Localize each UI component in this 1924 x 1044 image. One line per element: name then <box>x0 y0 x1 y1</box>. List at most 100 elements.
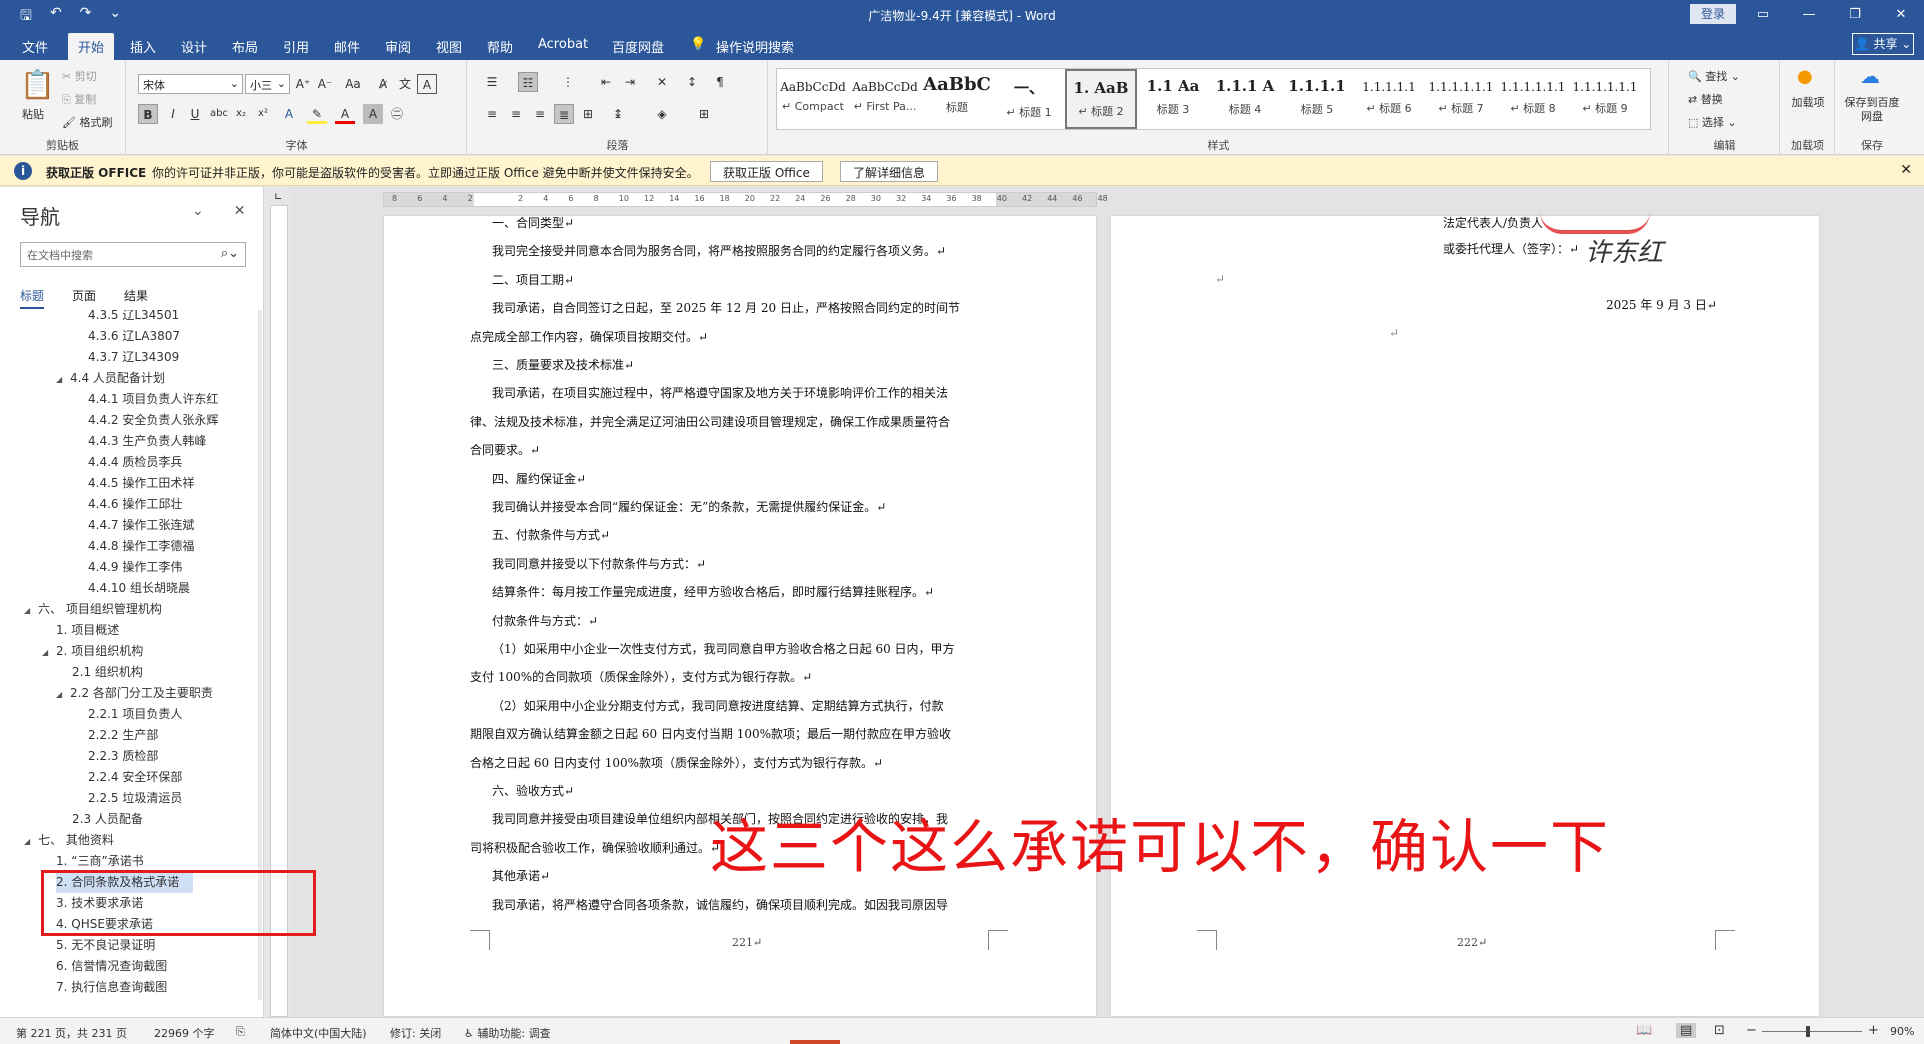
tab-view[interactable]: 视图 <box>436 37 462 56</box>
nav-tab-pages[interactable]: 页面 <box>72 287 96 309</box>
nav-heading-item[interactable]: 2.2.5 垃圾清运员 <box>88 788 182 809</box>
baidu-cloud-icon[interactable]: ☁ <box>1860 64 1880 88</box>
get-genuine-button[interactable]: 获取正版 Office <box>710 161 823 182</box>
tab-insert[interactable]: 插入 <box>130 37 156 56</box>
read-mode-icon[interactable]: 📖 <box>1636 1023 1652 1038</box>
tab-acrobat[interactable]: Acrobat <box>538 37 588 52</box>
tab-references[interactable]: 引用 <box>283 37 309 56</box>
change-case-icon[interactable]: Aa <box>343 74 363 94</box>
align-center-icon[interactable]: ≡ <box>506 104 526 124</box>
collapse-triangle-icon[interactable]: ◢ <box>56 684 70 705</box>
addins-button[interactable]: 加载项 <box>1789 96 1827 110</box>
find-button[interactable]: 🔍 查找 ⌄ <box>1688 68 1740 84</box>
nav-heading-item[interactable]: 1. 项目概述 <box>56 620 119 641</box>
nav-search-input[interactable]: 在文档中搜索 ⌕⌄ <box>20 242 246 267</box>
nav-heading-item[interactable]: 4.3.7 辽L34309 <box>88 347 179 368</box>
text-effects-icon[interactable]: A <box>279 104 299 124</box>
nav-heading-item[interactable]: ◢ 七、 其他资料 <box>24 830 114 851</box>
style-heading-9[interactable]: 1.1.1.1.1.1 ↵ 标题 9 <box>1569 69 1641 129</box>
font-size-combo[interactable]: 小三 ⌄ <box>245 74 290 94</box>
web-layout-icon[interactable]: ⊡ <box>1714 1023 1725 1038</box>
zoom-slider[interactable] <box>1762 1031 1862 1032</box>
close-icon[interactable]: ✕ <box>1878 0 1924 30</box>
addins-icon[interactable]: ● <box>1797 66 1813 87</box>
grow-font-icon[interactable]: A⁺ <box>293 74 313 94</box>
nav-heading-item[interactable]: ◢ 2. 项目组织机构 <box>42 641 143 662</box>
nav-heading-item[interactable]: 4.4.9 操作工李伟 <box>88 557 182 578</box>
bold-icon[interactable]: B <box>138 104 158 124</box>
style-heading-3[interactable]: 1.1 Aa 标题 3 <box>1137 69 1209 129</box>
multilevel-list-icon[interactable]: ⋮ <box>558 72 578 92</box>
align-right-icon[interactable]: ≡ <box>530 104 550 124</box>
subscript-icon[interactable]: x₂ <box>231 104 251 124</box>
collapse-triangle-icon[interactable]: ◢ <box>56 369 70 390</box>
char-border-icon[interactable]: A <box>417 74 437 94</box>
style-heading-2[interactable]: 1. AaB ↵ 标题 2 <box>1065 69 1137 129</box>
cut-button[interactable]: ✂ 剪切 <box>62 68 97 84</box>
nav-heading-item[interactable]: 1. “三商”承诺书 <box>56 851 144 872</box>
tell-me-search[interactable]: 操作说明搜索 <box>716 37 794 56</box>
nav-heading-item[interactable]: 4.4.7 操作工张连斌 <box>88 515 194 536</box>
zoom-out-icon[interactable]: − <box>1746 1023 1757 1038</box>
nav-heading-item[interactable]: 2.2.1 项目负责人 <box>88 704 182 725</box>
paste-button[interactable]: 粘贴 <box>22 106 44 122</box>
font-name-combo[interactable]: 宋体 ⌄ <box>138 74 243 94</box>
nav-heading-item[interactable]: 4.4.4 质检员李兵 <box>88 452 182 473</box>
highlight-icon[interactable]: ✎ <box>307 104 327 124</box>
paste-icon[interactable]: 📋 <box>20 68 55 101</box>
numbering-icon[interactable]: ☷ <box>518 72 538 92</box>
nav-heading-item[interactable]: 2.2.4 安全环保部 <box>88 767 182 788</box>
nav-heading-item[interactable]: 4.4.2 安全负责人张永辉 <box>88 410 218 431</box>
word-count[interactable]: 22969 个字 <box>154 1025 215 1041</box>
nav-heading-item[interactable]: 4.4.6 操作工邱壮 <box>88 494 182 515</box>
nav-heading-item[interactable]: 6. 信誉情况查询截图 <box>56 956 167 977</box>
nav-heading-item[interactable]: 2.3 人员配备 <box>72 809 143 830</box>
nav-heading-item[interactable]: 2.2.3 质检部 <box>88 746 158 767</box>
track-changes-status[interactable]: 修订: 关闭 <box>390 1025 441 1041</box>
format-painter-button[interactable]: 🖌 格式刷 <box>62 114 112 130</box>
nav-heading-item[interactable]: 4.4.10 组长胡晓晨 <box>88 578 190 599</box>
style-heading-4[interactable]: 1.1.1 A 标题 4 <box>1209 69 1281 129</box>
page-222[interactable]: 法定代表人/负责人 或委托代理人（签字）：↵ ↵ 2025 年 9 月 3 日↵… <box>1111 216 1819 1016</box>
zoom-level[interactable]: 90% <box>1890 1025 1914 1038</box>
style-heading-7[interactable]: 1.1.1.1.1.1 ↵ 标题 7 <box>1425 69 1497 129</box>
restore-icon[interactable]: ❐ <box>1832 0 1878 30</box>
language-status[interactable]: 简体中文(中国大陆) <box>270 1025 367 1041</box>
collapse-triangle-icon[interactable]: ◢ <box>24 831 38 852</box>
select-button[interactable]: ⬚ 选择 ⌄ <box>1688 114 1737 130</box>
italic-icon[interactable]: I <box>163 104 183 124</box>
proofing-icon[interactable]: ⎘ <box>236 1025 245 1039</box>
copy-button[interactable]: ⎘ 复制 <box>62 91 96 107</box>
decrease-indent-icon[interactable]: ⇤ <box>596 72 616 92</box>
collapse-triangle-icon[interactable]: ◢ <box>24 600 38 621</box>
style-heading-5[interactable]: 1.1.1.1 标题 5 <box>1281 69 1353 129</box>
nav-heading-item[interactable]: ◢ 2.2 各部门分工及主要职责 <box>56 683 213 704</box>
nav-tab-headings[interactable]: 标题 <box>20 287 45 309</box>
show-marks-icon[interactable]: ¶ <box>710 72 730 92</box>
nav-heading-item[interactable]: 7. 执行信息查询截图 <box>56 977 167 998</box>
tab-file[interactable]: 文件 <box>22 37 48 56</box>
borders-icon[interactable]: ⊞ <box>694 104 714 124</box>
superscript-icon[interactable]: x² <box>253 104 273 124</box>
bullets-icon[interactable]: ☰ <box>482 72 502 92</box>
close-icon[interactable]: ✕ <box>1900 162 1912 178</box>
nav-heading-item[interactable]: 4.3.6 辽LA3807 <box>88 326 180 347</box>
search-icon[interactable]: ⌕⌄ <box>221 246 239 261</box>
justify-icon[interactable]: ≣ <box>554 104 574 124</box>
char-shading-icon[interactable]: A <box>363 104 383 124</box>
tab-baidu[interactable]: 百度网盘 <box>612 37 664 56</box>
sort-icon[interactable]: ↕ <box>682 72 702 92</box>
minimize-icon[interactable]: — <box>1786 0 1832 30</box>
underline-icon[interactable]: U <box>185 104 205 124</box>
tab-layout[interactable]: 布局 <box>232 37 258 56</box>
distributed-icon[interactable]: ⊞ <box>578 104 598 124</box>
style-title[interactable]: AaBbC 标题 <box>921 69 993 129</box>
nav-heading-item[interactable]: 2.2.2 生产部 <box>88 725 158 746</box>
tab-help[interactable]: 帮助 <box>487 37 513 56</box>
nav-tab-results[interactable]: 结果 <box>124 287 148 309</box>
nav-heading-item[interactable]: 4.4.5 操作工田术祥 <box>88 473 194 494</box>
nav-heading-item[interactable]: ◢ 六、 项目组织管理机构 <box>24 599 162 620</box>
font-color-icon[interactable]: A <box>335 104 355 124</box>
collapse-triangle-icon[interactable]: ◢ <box>42 642 56 663</box>
zoom-in-icon[interactable]: + <box>1868 1023 1879 1038</box>
